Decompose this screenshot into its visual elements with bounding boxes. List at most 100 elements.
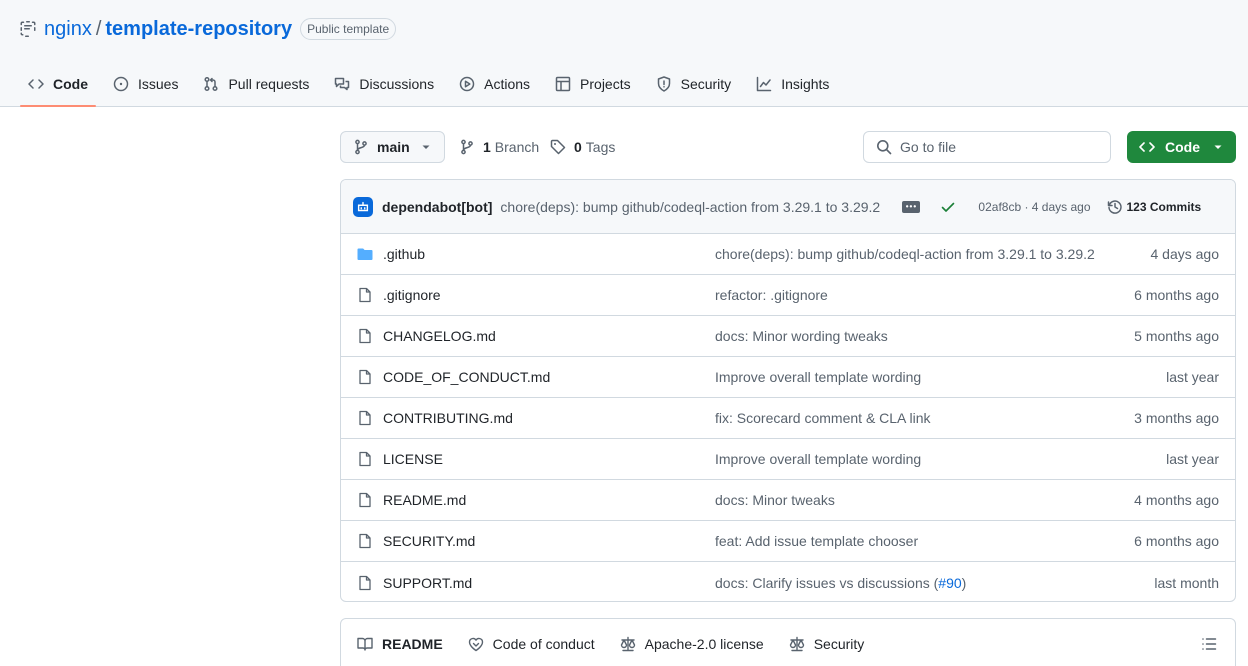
commit-message-text[interactable]: docs: Clarify issues vs discussions ( xyxy=(715,575,938,591)
file-commit-message-link[interactable]: refactor: .gitignore xyxy=(715,287,1101,303)
code-of-conduct-icon xyxy=(468,637,483,652)
file-commit-message-link[interactable]: feat: Add issue template chooser xyxy=(715,533,1101,549)
repo-name-link[interactable]: template-repository xyxy=(105,18,292,41)
table-row[interactable]: CHANGELOG.md docs: Minor wording tweaks … xyxy=(341,316,1235,357)
file-name-link[interactable]: .gitignore xyxy=(383,287,703,303)
file-commit-message-link[interactable]: Improve overall template wording xyxy=(715,369,1101,385)
file-icon xyxy=(359,410,371,426)
branch-selector-button[interactable]: main xyxy=(340,131,445,163)
file-commit-message-link[interactable]: fix: Scorecard comment & CLA link xyxy=(715,410,1101,426)
tab-label: Projects xyxy=(580,76,631,92)
file-name-link[interactable]: .github xyxy=(383,246,703,262)
git-branch-icon xyxy=(461,139,473,155)
table-icon xyxy=(555,76,571,92)
repo-separator: / xyxy=(95,17,102,40)
file-name-link[interactable]: README.md xyxy=(383,492,703,508)
book-icon xyxy=(357,637,373,651)
visibility-badge: Public template xyxy=(300,18,397,40)
file-icon xyxy=(359,328,371,344)
tag-icon xyxy=(550,139,566,155)
readme-tab-label: Security xyxy=(813,636,865,652)
repo-nav-tabs: Code Issues Pull requests Discussions Ac… xyxy=(20,62,846,107)
tab-label: Pull requests xyxy=(228,76,310,92)
table-row[interactable]: CONTRIBUTING.md fix: Scorecard comment &… xyxy=(341,398,1235,439)
readme-tab-label: Apache-2.0 license xyxy=(644,636,764,652)
file-commit-age: 5 months ago xyxy=(1134,328,1219,344)
tab-license[interactable]: Apache-2.0 license xyxy=(612,619,772,666)
repo-header: nginx / template-repository Public templ… xyxy=(0,0,1248,107)
check-icon[interactable] xyxy=(940,199,956,215)
tab-label: Actions xyxy=(484,76,531,92)
tab-readme[interactable]: README xyxy=(349,619,451,666)
law-icon xyxy=(789,636,804,652)
tab-projects[interactable]: Projects xyxy=(547,62,639,106)
tab-actions[interactable]: Actions xyxy=(451,62,538,106)
expand-commit-message-button[interactable]: ••• xyxy=(902,200,921,213)
file-name-link[interactable]: SECURITY.md xyxy=(383,533,703,549)
tab-pull-requests[interactable]: Pull requests xyxy=(195,62,317,106)
readme-panel: README Code of conduct Apache-2.0 licens… xyxy=(340,618,1236,666)
search-icon xyxy=(877,140,892,155)
go-to-file-input[interactable] xyxy=(900,139,1090,155)
tab-security[interactable]: Security xyxy=(648,62,740,106)
avatar[interactable] xyxy=(353,196,373,217)
table-row[interactable]: .gitignore refactor: .gitignore 6 months… xyxy=(341,275,1235,316)
readme-tab-label: Code of conduct xyxy=(492,636,595,652)
table-row[interactable]: LICENSE Improve overall template wording… xyxy=(341,439,1235,480)
file-icon xyxy=(359,451,371,467)
branches-count: 1 xyxy=(483,139,491,155)
repo-title-line: nginx / template-repository Public templ… xyxy=(20,14,397,44)
file-commit-message-link[interactable]: docs: Minor wording tweaks xyxy=(715,328,1101,344)
file-icon xyxy=(359,575,371,590)
file-commit-age: 6 months ago xyxy=(1134,287,1219,303)
tab-label: Code xyxy=(53,76,88,92)
file-commit-message: docs: Clarify issues vs discussions (#90… xyxy=(715,575,1101,591)
commit-message-end: ) xyxy=(961,574,967,591)
dependabot-icon xyxy=(357,201,369,211)
table-row[interactable]: CODE_OF_CONDUCT.md Improve overall templ… xyxy=(341,357,1235,398)
file-commit-message-link[interactable]: chore(deps): bump github/codeql-action f… xyxy=(715,246,1101,262)
tab-security-policy[interactable]: Security xyxy=(781,619,873,666)
file-commit-message-link[interactable]: Improve overall template wording xyxy=(715,451,1101,467)
comment-discussion-icon xyxy=(335,77,350,91)
repo-template-icon xyxy=(20,21,36,37)
tab-label: Discussions xyxy=(359,76,435,92)
file-name-link[interactable]: CODE_OF_CONDUCT.md xyxy=(383,369,703,385)
pull-request-link[interactable]: #90 xyxy=(938,575,961,591)
file-icon xyxy=(359,533,371,549)
tab-discussions[interactable]: Discussions xyxy=(326,62,442,106)
code-icon xyxy=(28,79,44,89)
branch-name: main xyxy=(377,139,410,155)
tab-code[interactable]: Code xyxy=(20,62,96,107)
tab-issues[interactable]: Issues xyxy=(105,62,186,106)
repo-owner-link[interactable]: nginx xyxy=(44,18,92,41)
file-name-link[interactable]: SUPPORT.md xyxy=(383,575,703,591)
file-commit-message-link[interactable]: docs: Minor tweaks xyxy=(715,492,1101,508)
table-row[interactable]: README.md docs: Minor tweaks 4 months ag… xyxy=(341,480,1235,521)
tags-link[interactable]: 0 Tags xyxy=(550,131,615,163)
file-table: dependabot[bot] chore(deps): bump github… xyxy=(340,179,1236,602)
file-commit-age: 4 months ago xyxy=(1134,492,1219,508)
file-name-link[interactable]: CHANGELOG.md xyxy=(383,328,703,344)
commit-sha-and-time[interactable]: 02af8cb · 4 days ago xyxy=(978,200,1090,214)
file-icon xyxy=(359,287,371,303)
table-row[interactable]: SECURITY.md feat: Add issue template cho… xyxy=(341,521,1235,562)
tab-label: Security xyxy=(680,76,732,92)
tab-code-of-conduct[interactable]: Code of conduct xyxy=(460,619,603,666)
commits-history-link[interactable]: 123 Commits xyxy=(1107,199,1201,215)
commit-author-link[interactable]: dependabot[bot] xyxy=(382,199,492,215)
table-row[interactable]: .github chore(deps): bump github/codeql-… xyxy=(341,234,1235,275)
tab-label: Issues xyxy=(138,76,179,92)
history-icon xyxy=(1107,199,1122,214)
file-name-link[interactable]: CONTRIBUTING.md xyxy=(383,410,703,426)
go-to-file-search[interactable] xyxy=(863,131,1111,163)
file-name-link[interactable]: LICENSE xyxy=(383,451,703,467)
code-button-label: Code xyxy=(1165,139,1200,155)
law-icon xyxy=(620,636,635,652)
commit-message-link[interactable]: chore(deps): bump github/codeql-action f… xyxy=(500,199,886,215)
code-dropdown-button[interactable]: Code xyxy=(1127,131,1236,163)
tab-insights[interactable]: Insights xyxy=(748,62,837,106)
table-row[interactable]: SUPPORT.md docs: Clarify issues vs discu… xyxy=(341,562,1235,601)
list-unordered-icon[interactable] xyxy=(1201,636,1217,652)
branches-link[interactable]: 1 Branch xyxy=(459,131,539,163)
